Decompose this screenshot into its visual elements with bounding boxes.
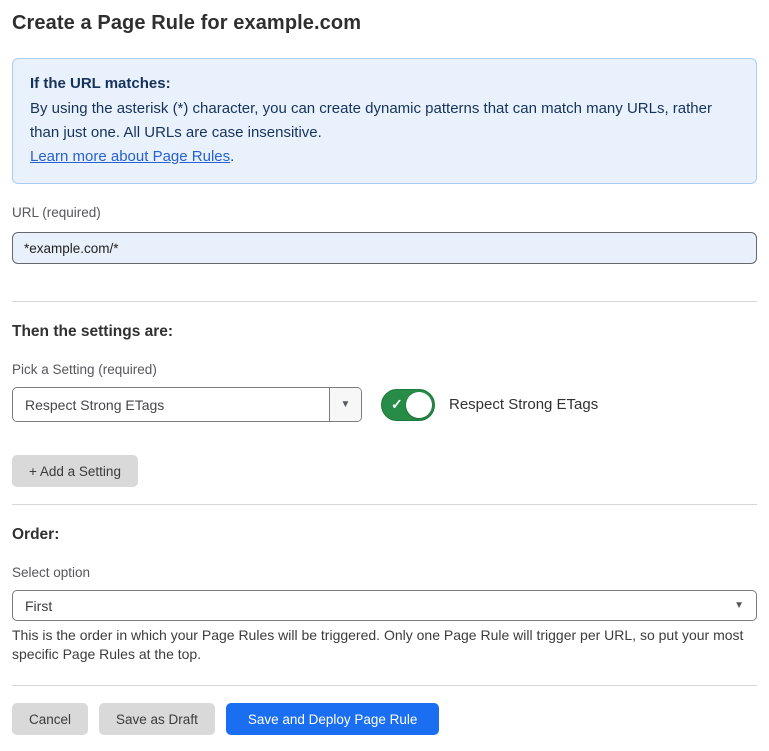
footer-actions: Cancel Save as Draft Save and Deploy Pag… xyxy=(12,703,757,735)
footer-divider xyxy=(12,685,757,686)
setting-toggle[interactable]: ✓ xyxy=(381,389,435,421)
setting-row: Respect Strong ETags ▼ ✓ Respect Strong … xyxy=(12,387,757,422)
info-box-heading: If the URL matches: xyxy=(30,72,739,96)
info-box-body: By using the asterisk (*) character, you… xyxy=(30,97,739,145)
order-select[interactable]: First ▼ xyxy=(12,590,757,621)
url-input[interactable] xyxy=(12,232,757,264)
section-divider xyxy=(12,504,757,505)
order-select-label: Select option xyxy=(12,565,757,580)
cancel-button[interactable]: Cancel xyxy=(12,703,88,735)
setting-select-value: Respect Strong ETags xyxy=(13,388,329,421)
settings-section-heading: Then the settings are: xyxy=(12,323,757,341)
order-select-value: First xyxy=(25,598,734,614)
order-help-text: This is the order in which your Page Rul… xyxy=(12,626,752,664)
section-divider xyxy=(12,301,757,302)
setting-select[interactable]: Respect Strong ETags ▼ xyxy=(12,387,362,422)
info-link-line: Learn more about Page Rules. xyxy=(30,145,739,169)
toggle-label: Respect Strong ETags xyxy=(449,396,598,413)
pick-setting-label: Pick a Setting (required) xyxy=(12,362,757,377)
save-draft-button[interactable]: Save as Draft xyxy=(99,703,215,735)
order-section-heading: Order: xyxy=(12,526,757,544)
create-page-rule-form: Create a Page Rule for example.com If th… xyxy=(0,0,769,751)
check-icon: ✓ xyxy=(391,396,403,413)
url-field-label: URL (required) xyxy=(12,205,757,220)
link-suffix: . xyxy=(230,148,234,165)
page-title: Create a Page Rule for example.com xyxy=(12,12,757,35)
learn-more-link[interactable]: Learn more about Page Rules xyxy=(30,148,230,165)
url-match-info-box: If the URL matches: By using the asteris… xyxy=(12,58,757,184)
setting-select-caret-button[interactable]: ▼ xyxy=(329,388,361,421)
save-deploy-button[interactable]: Save and Deploy Page Rule xyxy=(226,703,440,735)
add-setting-button[interactable]: + Add a Setting xyxy=(12,455,138,487)
chevron-down-icon: ▼ xyxy=(734,601,744,611)
toggle-knob xyxy=(406,392,432,418)
chevron-down-icon: ▼ xyxy=(341,400,351,410)
